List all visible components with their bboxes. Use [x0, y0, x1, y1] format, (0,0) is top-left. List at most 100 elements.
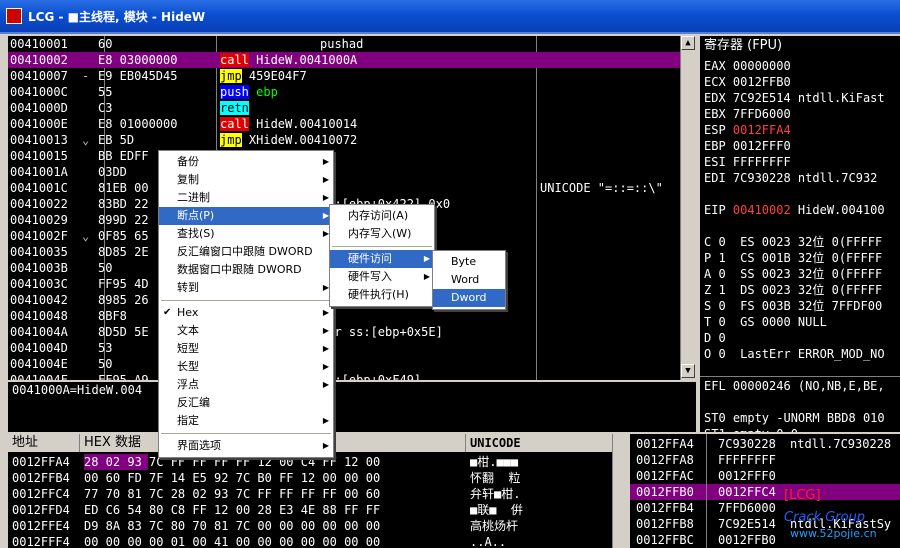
register-row[interactable]: D 0: [704, 330, 726, 346]
disasm-address: 0041004D: [10, 341, 68, 355]
register-row[interactable]: ESI FFFFFFFF: [704, 154, 791, 170]
dump-row[interactable]: 0012FFD4 ED C6 54 80 C8 FF 12 00 28 E3 4E…: [8, 502, 620, 518]
context-menu[interactable]: 备份 ▶ 复制 ▶ 二进制 ▶ 断点(P) ▶ 查找(S) ▶ 反汇编窗口中跟随 DWORD 数据窗口…: [158, 150, 334, 458]
disasm-row[interactable]: 0041004D 53: [8, 340, 680, 356]
register-row[interactable]: C 0 ES 0023 32位 0(FFFFF: [704, 234, 882, 250]
disasm-address: 00410013: [10, 133, 68, 147]
menu-item[interactable]: 反汇编窗口中跟随 DWORD: [159, 243, 333, 261]
stack-row[interactable]: 0012FFA8 FFFFFFFF: [630, 452, 900, 468]
menu-item[interactable]: 查找(S) ▶: [159, 225, 333, 243]
register-row[interactable]: T 0 GS 0000 NULL: [704, 314, 827, 330]
stack-row[interactable]: 0012FFAC 0012FFF0: [630, 468, 900, 484]
register-row[interactable]: EBX 7FFD6000: [704, 106, 791, 122]
disasm-hex: FF95 A9: [98, 373, 149, 380]
register-row[interactable]: EBP 0012FFF0: [704, 138, 791, 154]
disasm-address: 0041003B: [10, 261, 68, 275]
disasm-row[interactable]: 00410048 8BF8: [8, 308, 680, 324]
menu-item[interactable]: 硬件写入 ▶: [330, 268, 434, 286]
register-row[interactable]: A 0 SS 0023 32位 0(FFFFF: [704, 266, 882, 282]
register-row[interactable]: P 1 CS 001B 32位 0(FFFFF: [704, 250, 882, 266]
disasm-hex: BB EDFF: [98, 149, 149, 163]
menu-item[interactable]: 二进制 ▶: [159, 189, 333, 207]
menu-item[interactable]: 硬件访问 ▶: [330, 250, 434, 268]
stack-row[interactable]: 0012FFA4 7C930228 ntdll.7C930228: [630, 436, 900, 452]
menu-item[interactable]: 备份 ▶: [159, 153, 333, 171]
dump-address: 0012FFE4: [12, 519, 70, 533]
disasm-row[interactable]: 0041004A 8D5D 5E ptr ss:[ebp+0x5E]: [8, 324, 680, 340]
registers-pane[interactable]: 寄存器 (FPU) EAX 00000000 ECX 0012FFB0 EDX 7C…: [700, 36, 900, 432]
dump-header-address[interactable]: 地址: [8, 434, 80, 452]
operand: HideW.00410014: [248, 117, 358, 131]
register-row[interactable]: O 0 LastErr ERROR_MOD_NO: [704, 346, 885, 362]
disasm-address: 00410015: [10, 149, 68, 163]
disasm-row[interactable]: 00410015 BB EDFF: [8, 148, 680, 164]
dump-scrollbar[interactable]: [612, 434, 628, 548]
menu-item[interactable]: 数据窗口中跟随 DWORD: [159, 261, 333, 279]
menu-item[interactable]: 浮点 ▶: [159, 376, 333, 394]
disasm-row[interactable]: 00410002 E8 03000000 call HideW.0041000A: [8, 52, 680, 68]
menu-item[interactable]: 文本 ▶: [159, 322, 333, 340]
menu-item[interactable]: Dword: [433, 289, 505, 307]
menu-item[interactable]: 界面选项 ▶: [159, 437, 333, 455]
disasm-row[interactable]: 0041000E E8 01000000 call HideW.00410014: [8, 116, 680, 132]
disasm-row[interactable]: 00410001 60 pushad: [8, 36, 680, 52]
stack-row[interactable]: 0012FFB0 0012FFC4: [630, 484, 900, 500]
menu-item[interactable]: Word: [433, 271, 505, 289]
register-row[interactable]: ST0 empty -UNORM BBD8 010: [704, 410, 885, 426]
stack-value: 7FFD6000: [718, 501, 776, 515]
menu-item[interactable]: 转到 ▶: [159, 279, 333, 297]
menu-item[interactable]: 内存访问(A): [330, 207, 434, 225]
register-row[interactable]: Z 1 DS 0023 32位 0(FFFFF: [704, 282, 882, 298]
operand: HideW.0041000A: [248, 53, 358, 67]
register-part: 00410002: [732, 203, 791, 217]
register-row[interactable]: ST1 empty 0.0: [704, 426, 798, 432]
disasm-row[interactable]: 0041004E 50: [8, 356, 680, 372]
register-row[interactable]: EIP 00410002 HideW.004100: [704, 202, 885, 218]
register-row[interactable]: ECX 0012FFB0: [704, 74, 791, 90]
disasm-row[interactable]: 0041000C 55 push ebp: [8, 84, 680, 100]
dump-header-unicode[interactable]: UNICODE: [466, 434, 620, 452]
menu-item[interactable]: 断点(P) ▶: [159, 207, 333, 225]
stack-address: 0012FFAC: [636, 469, 694, 483]
dump-row[interactable]: 0012FFB4 00 60 FD 7F 14 E5 92 7C B0 FF 12…: [8, 470, 620, 486]
dump-row[interactable]: 0012FFC4 77 70 81 7C 28 02 93 7C FF FF FF…: [8, 486, 620, 502]
disasm-row[interactable]: 0041000D C3 retn: [8, 100, 680, 116]
menu-separator: [161, 433, 331, 434]
disasm-address: 0041003C: [10, 277, 68, 291]
menu-item[interactable]: 硬件执行(H): [330, 286, 434, 304]
stack-comment: ntdll.7C930228: [790, 437, 892, 451]
register-row[interactable]: EAX 00000000: [704, 58, 791, 74]
menu-item[interactable]: 反汇编: [159, 394, 333, 412]
register-row[interactable]: EDX 7C92E514 ntdll.KiFast: [704, 90, 885, 106]
disassembly-scrollbar[interactable]: ▲ ▼: [680, 36, 696, 380]
scroll-up-icon[interactable]: ▲: [681, 36, 695, 50]
disasm-jump-marker: [82, 84, 89, 100]
register-row[interactable]: EFL 00000246 (NO,NB,E,BE,: [704, 378, 885, 394]
breakpoint-submenu[interactable]: 内存访问(A) 内存写入(W) 硬件访问 ▶ 硬件写入 ▶ 硬件执行(H): [329, 204, 435, 307]
menu-item[interactable]: 指定 ▶: [159, 412, 333, 430]
dump-row[interactable]: 0012FFF4 00 00 00 00 01 00 41 00 00 00 00…: [8, 534, 620, 548]
menu-item[interactable]: 短型 ▶: [159, 340, 333, 358]
menu-item[interactable]: Byte: [433, 253, 505, 271]
dump-hex: D9 8A 83 7C 80 70 81 7C 00 00 00 00 00 0…: [84, 519, 381, 533]
disasm-row[interactable]: 0041001A 03DD: [8, 164, 680, 180]
disasm-row[interactable]: 0041004F FF95 A9 ss:[ebp+0xF49]: [8, 372, 680, 380]
stack-value: 0012FFF0: [718, 469, 776, 483]
disasm-hex: 8985 26: [98, 293, 149, 307]
hardware-access-submenu[interactable]: Byte Word Dword: [432, 250, 506, 310]
dump-address: 0012FFD4: [12, 503, 70, 517]
register-row[interactable]: S 0 FS 003B 32位 7FFDF00: [704, 298, 882, 314]
disasm-hex: 83BD 22: [98, 197, 149, 211]
menu-item[interactable]: ✔ Hex ▶: [159, 304, 333, 322]
dump-row[interactable]: 0012FFE4 D9 8A 83 7C 80 70 81 7C 00 00 00…: [8, 518, 620, 534]
menu-separator: [332, 246, 432, 247]
register-row[interactable]: ESP 0012FFA4: [704, 122, 791, 138]
disasm-row[interactable]: 00410007- E9 EB045D45 jmp 459E04F7: [8, 68, 680, 84]
scroll-down-icon[interactable]: ▼: [681, 364, 695, 378]
menu-item[interactable]: 复制 ▶: [159, 171, 333, 189]
disasm-row[interactable]: 00410013 ⌄ EB 5D jmp XHideW.00410072: [8, 132, 680, 148]
register-row[interactable]: EDI 7C930228 ntdll.7C932: [704, 170, 877, 186]
menu-item[interactable]: 内存写入(W): [330, 225, 434, 243]
disasm-jump-marker: [82, 164, 89, 180]
menu-item[interactable]: 长型 ▶: [159, 358, 333, 376]
